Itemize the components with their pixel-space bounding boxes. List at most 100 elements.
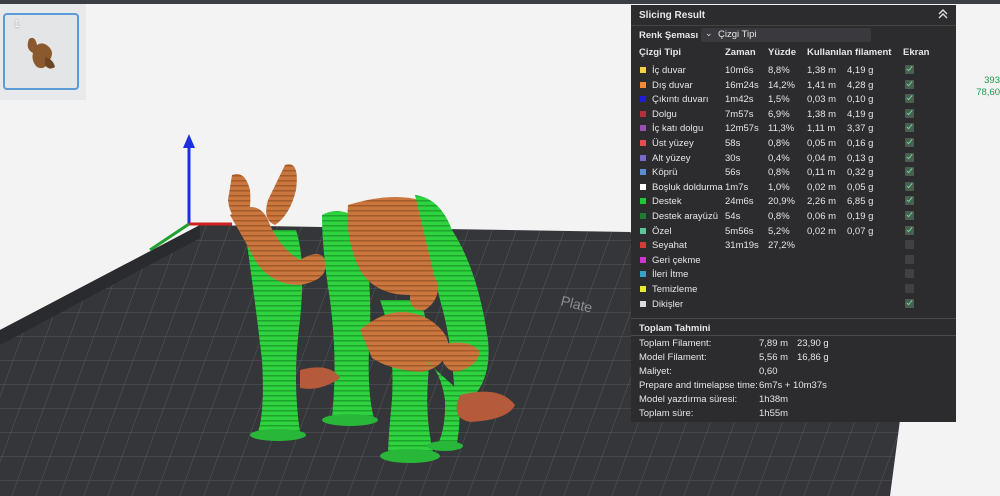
percent-value: 14,2% (768, 79, 795, 91)
display-checkbox[interactable] (905, 167, 914, 177)
display-checkbox[interactable] (905, 284, 914, 293)
color-swatch (640, 271, 646, 278)
grams-value: 0,10 g (847, 94, 874, 106)
meters-value: 0,11 m (807, 167, 836, 179)
grams-value: 0,32 g (847, 167, 874, 179)
estimate-value: 0,60 (759, 365, 778, 377)
display-checkbox[interactable] (905, 123, 914, 133)
layer-readout-line2: 78,60 (976, 87, 1000, 98)
line-type-row: Üst yüzey 58s 0,8% 0,05 m 0,16 g (631, 136, 956, 151)
estimate-row: Prepare and timelapse time: 6m7s + 10m37s (631, 379, 956, 393)
estimate-title: Toplam Tahmini (639, 323, 711, 334)
percent-value: 1,0% (768, 181, 790, 193)
line-type-label: İç duvar (652, 65, 686, 76)
estimate-value-2: 16,86 g (797, 351, 829, 363)
grams-value: 0,07 g (847, 225, 874, 237)
estimate-value: 1h55m (759, 407, 789, 419)
time-value: 7m57s (725, 108, 754, 120)
color-swatch (640, 125, 646, 132)
color-swatch (640, 300, 646, 307)
meters-value: 0,03 m (807, 94, 837, 106)
display-checkbox[interactable] (905, 196, 914, 206)
meters-value: 0,05 m (807, 138, 837, 149)
grams-value: 6,85 g (847, 196, 874, 208)
meters-value: 1,11 m (807, 123, 836, 135)
display-checkbox[interactable] (905, 181, 914, 191)
display-checkbox[interactable] (905, 65, 914, 74)
time-value: 5m56s (725, 225, 754, 237)
line-type-label: Destek arayüzü (652, 211, 719, 222)
time-value: 31m19s (725, 240, 759, 252)
display-checkbox[interactable] (905, 108, 914, 118)
time-value: 30s (725, 152, 741, 164)
estimate-label: Model Filament: (639, 351, 707, 363)
line-type-label: Temizleme (652, 284, 698, 295)
meters-value: 1,38 m (807, 65, 837, 76)
color-swatch (640, 183, 646, 190)
display-checkbox[interactable] (905, 211, 914, 220)
layer-readout-line1: 393 (984, 75, 1000, 86)
estimate-value-2: 23,90 g (797, 338, 829, 349)
display-checkbox[interactable] (905, 94, 914, 104)
time-value: 1m7s (725, 181, 749, 193)
header-filament: Kullanılan filament (807, 47, 892, 58)
grams-value: 0,16 g (847, 138, 874, 149)
plate-thumbnail[interactable]: 1 (3, 13, 79, 90)
line-type-row: İç duvar 10m6s 8,8% 1,38 m 4,19 g (631, 63, 956, 78)
color-swatch (640, 227, 646, 234)
line-type-row: İleri İtme (631, 267, 956, 282)
line-type-label: İleri İtme (652, 269, 689, 281)
percent-value: 0,8% (768, 211, 790, 222)
line-type-label: İç katı dolgu (652, 123, 704, 135)
time-value: 54s (725, 211, 741, 222)
line-type-row: Geri çekme (631, 253, 956, 268)
estimate-label: Toplam süre: (639, 407, 694, 419)
object-list-panel: 1 (0, 4, 86, 100)
estimate-row: Maliyet: 0,60 (631, 365, 956, 379)
line-type-label: Dış duvar (652, 79, 693, 91)
color-swatch (640, 140, 646, 146)
display-checkbox[interactable] (905, 152, 914, 162)
display-checkbox[interactable] (905, 79, 914, 89)
line-type-row: Köprü 56s 0,8% 0,11 m 0,32 g (631, 165, 956, 180)
display-checkbox[interactable] (905, 269, 914, 279)
grams-value: 4,28 g (847, 79, 874, 91)
line-type-label: Alt yüzey (652, 152, 691, 164)
model-preview-icon (27, 37, 55, 69)
display-checkbox[interactable] (905, 254, 914, 264)
meters-value: 0,02 m (807, 181, 837, 193)
display-checkbox[interactable] (905, 240, 914, 250)
estimate-row: Toplam süre: 1h55m (631, 407, 956, 421)
display-checkbox[interactable] (905, 225, 914, 235)
estimate-value: 1h38m (759, 393, 789, 405)
estimate-row: Model Filament: 5,56 m 16,86 g (631, 351, 956, 365)
line-type-row: Temizleme (631, 282, 956, 297)
layer-readout: 393 78,60 (975, 75, 1000, 99)
time-value: 16m24s (725, 79, 759, 91)
panel-header: Slicing Result (631, 5, 956, 26)
percent-value: 0,8% (768, 138, 790, 149)
grams-value: 0,19 g (847, 211, 874, 222)
display-checkbox[interactable] (905, 298, 914, 308)
color-swatch (640, 67, 646, 73)
collapse-icon[interactable] (936, 7, 950, 21)
meters-value: 1,41 m (807, 79, 837, 91)
percent-value: 11,3% (768, 123, 795, 135)
plate-number: 1 (14, 19, 20, 30)
line-type-label: Destek (652, 196, 682, 208)
meters-value: 0,06 m (807, 211, 837, 222)
color-swatch (640, 286, 646, 292)
line-type-row: Destek arayüzü 54s 0,8% 0,06 m 0,19 g (631, 209, 956, 224)
estimate-section-header: Toplam Tahmini (631, 318, 956, 336)
header-time: Zaman (725, 47, 756, 58)
percent-value: 1,5% (768, 94, 790, 106)
color-scheme-select[interactable]: ⌄ Çizgi Tipi (701, 28, 871, 42)
display-checkbox[interactable] (905, 138, 914, 147)
line-type-label: Özel (652, 225, 672, 237)
line-type-row: Çıkıntı duvarı 1m42s 1,5% 0,03 m 0,10 g (631, 92, 956, 107)
header-percent: Yüzde (768, 47, 796, 58)
percent-value: 20,9% (768, 196, 795, 208)
line-type-label: Dikişler (652, 298, 684, 310)
estimate-label: Maliyet: (639, 365, 672, 377)
percent-value: 0,8% (768, 167, 790, 179)
